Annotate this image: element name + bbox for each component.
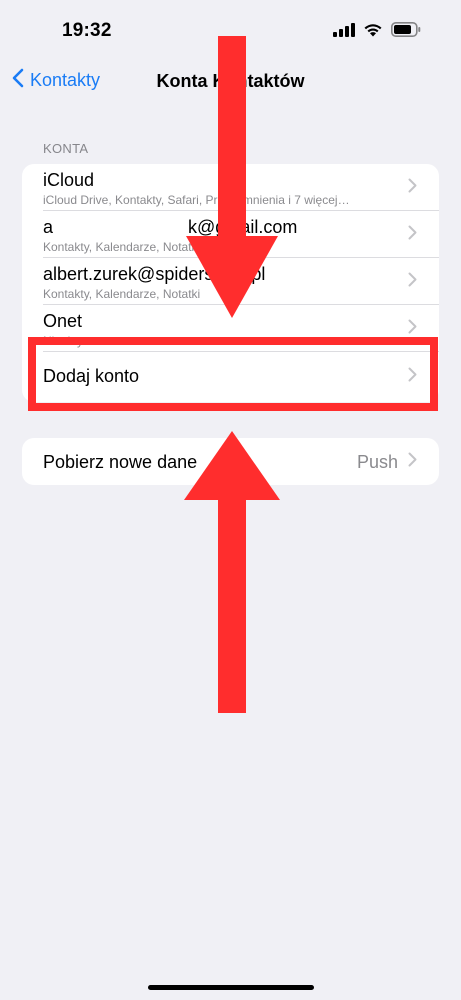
fetch-settings-group: Pobierz nowe dane Push: [22, 438, 439, 485]
account-row-icloud[interactable]: iCloud iCloud Drive, Kontakty, Safari, P…: [22, 164, 439, 211]
page-title: Konta Kontaktów: [156, 71, 305, 91]
battery-icon: [391, 22, 421, 42]
account-title: a k@gmail.com: [43, 217, 298, 237]
fetch-new-data-label: Pobierz nowe dane: [43, 452, 198, 472]
navigation-bar: Kontakty Konta Kontaktów: [0, 60, 461, 104]
status-bar: 19:32: [0, 0, 461, 60]
fetch-new-data-row[interactable]: Pobierz nowe dane Push: [22, 438, 439, 485]
chevron-right-icon: [408, 178, 417, 198]
account-subtitle: Kontakty, Kalendarze, Notatki: [43, 240, 201, 254]
cellular-signal-icon: [333, 22, 355, 42]
fetch-new-data-value: Push: [356, 452, 398, 472]
highlight-box: [28, 337, 438, 411]
section-header: KONTA: [43, 141, 89, 156]
account-title: Onet: [43, 311, 83, 331]
account-row-gmail[interactable]: a k@gmail.com Kontakty, Kalendarze, Nota…: [22, 211, 439, 258]
chevron-right-icon: [408, 272, 417, 292]
chevron-right-icon: [408, 225, 417, 245]
account-title: iCloud: [43, 170, 95, 190]
account-title: albert.zurek@spidersweb.pl: [43, 264, 266, 284]
account-row-spidersweb[interactable]: albert.zurek@spidersweb.pl Kontakty, Kal…: [22, 258, 439, 305]
home-indicator: [148, 985, 314, 990]
status-time: 19:32: [62, 20, 112, 41]
account-subtitle: Kontakty, Kalendarze, Notatki: [43, 287, 201, 301]
wifi-icon: [363, 23, 383, 42]
chevron-right-icon: [408, 452, 417, 472]
chevron-right-icon: [408, 319, 417, 339]
account-subtitle: iCloud Drive, Kontakty, Safari, Przypomn…: [43, 193, 350, 207]
status-icons: [333, 22, 421, 42]
